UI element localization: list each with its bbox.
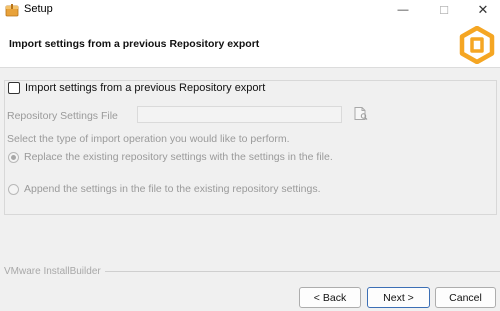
page-header: Import settings from a previous Reposito… [0, 20, 500, 68]
cube-logo-icon [459, 25, 495, 65]
back-button[interactable]: < Back [299, 287, 361, 308]
browse-file-icon[interactable] [352, 105, 369, 122]
brand-label: VMware InstallBuilder [4, 265, 101, 277]
append-settings-option[interactable]: Append the settings in the file to the e… [8, 183, 321, 195]
append-settings-label: Append the settings in the file to the e… [24, 183, 321, 195]
import-type-prompt: Select the type of import operation you … [7, 133, 290, 145]
append-settings-radio[interactable] [8, 183, 19, 195]
import-checkbox[interactable] [8, 82, 20, 94]
import-checkbox-row[interactable]: Import settings from a previous Reposito… [8, 81, 269, 95]
minimize-button[interactable]: — [386, 0, 420, 20]
import-checkbox-label: Import settings from a previous Reposito… [25, 82, 266, 94]
maximize-button[interactable]: ☐ [427, 0, 461, 20]
replace-settings-radio[interactable] [8, 151, 19, 163]
next-button[interactable]: Next > [367, 287, 430, 308]
page-title: Import settings from a previous Reposito… [9, 38, 260, 50]
repository-settings-file-input[interactable] [137, 106, 342, 123]
window-titlebar: Setup — ☐ ✕ [0, 0, 500, 20]
minimize-icon: — [397, 4, 409, 16]
branding-row: VMware InstallBuilder [4, 265, 500, 277]
close-icon: ✕ [477, 2, 489, 17]
setup-app-icon [5, 3, 19, 17]
window-title: Setup [24, 3, 53, 15]
replace-settings-option[interactable]: Replace the existing repository settings… [8, 151, 333, 163]
cancel-button[interactable]: Cancel [435, 287, 496, 308]
replace-settings-label: Replace the existing repository settings… [24, 151, 333, 163]
divider [104, 270, 500, 272]
repository-settings-file-label: Repository Settings File [7, 110, 118, 122]
close-button[interactable]: ✕ [466, 0, 500, 20]
maximize-icon: ☐ [439, 4, 449, 17]
